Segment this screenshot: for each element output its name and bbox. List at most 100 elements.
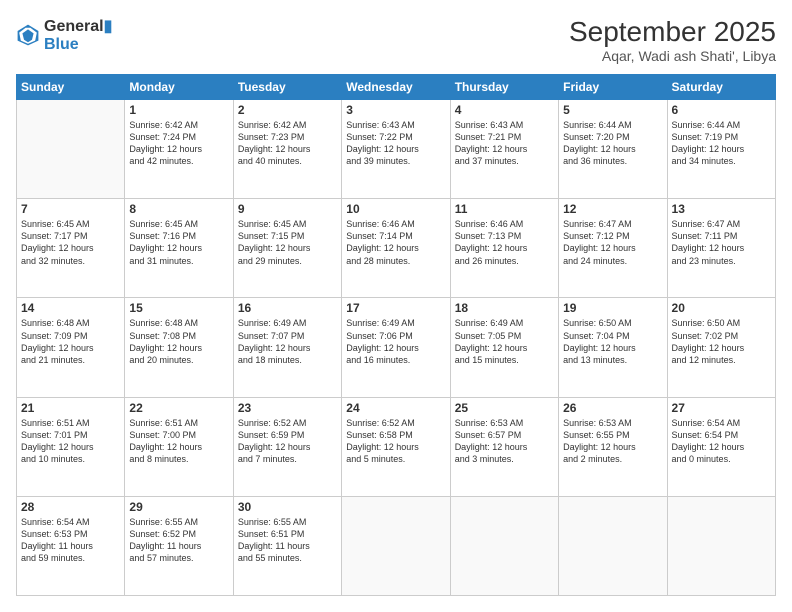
day-info: Sunrise: 6:42 AM Sunset: 7:23 PM Dayligh… [238, 119, 337, 168]
day-number: 29 [129, 500, 228, 514]
day-info: Sunrise: 6:48 AM Sunset: 7:09 PM Dayligh… [21, 317, 120, 366]
day-info: Sunrise: 6:49 AM Sunset: 7:06 PM Dayligh… [346, 317, 445, 366]
calendar-cell: 4 Sunrise: 6:43 AM Sunset: 7:21 PM Daylig… [450, 100, 558, 199]
calendar-cell: 7Sunrise: 6:45 AM Sunset: 7:17 PM Daylig… [17, 199, 125, 298]
title-block: September 2025 Aqar, Wadi ash Shati', Li… [569, 16, 776, 64]
calendar-week-0: 1Sunrise: 6:42 AM Sunset: 7:24 PM Daylig… [17, 100, 776, 199]
calendar-cell [342, 496, 450, 595]
calendar-cell: 15 Sunrise: 6:48 AM Sunset: 7:08 PM Dayli… [125, 298, 233, 397]
page: General▮ Blue September 2025 Aqar, Wadi … [0, 0, 792, 612]
day-number: 22 [129, 401, 228, 415]
calendar-cell: 14Sunrise: 6:48 AM Sunset: 7:09 PM Dayli… [17, 298, 125, 397]
day-number: 25 [455, 401, 554, 415]
col-tuesday: Tuesday [233, 75, 341, 100]
day-info: Sunrise: 6:53 AM Sunset: 6:55 PM Dayligh… [563, 417, 662, 466]
calendar-cell: 5 Sunrise: 6:44 AM Sunset: 7:20 PM Daylig… [559, 100, 667, 199]
day-number: 8 [129, 202, 228, 216]
location: Aqar, Wadi ash Shati', Libya [569, 48, 776, 64]
calendar-cell: 18 Sunrise: 6:49 AM Sunset: 7:05 PM Dayli… [450, 298, 558, 397]
day-number: 11 [455, 202, 554, 216]
calendar-cell: 6 Sunrise: 6:44 AM Sunset: 7:19 PM Daylig… [667, 100, 775, 199]
day-info: Sunrise: 6:51 AM Sunset: 7:00 PM Dayligh… [129, 417, 228, 466]
day-number: 24 [346, 401, 445, 415]
day-info: Sunrise: 6:45 AM Sunset: 7:17 PM Dayligh… [21, 218, 120, 267]
calendar-week-2: 14Sunrise: 6:48 AM Sunset: 7:09 PM Dayli… [17, 298, 776, 397]
day-info: Sunrise: 6:54 AM Sunset: 6:54 PM Dayligh… [672, 417, 771, 466]
day-number: 6 [672, 103, 771, 117]
col-sunday: Sunday [17, 75, 125, 100]
day-number: 28 [21, 500, 120, 514]
col-thursday: Thursday [450, 75, 558, 100]
calendar-cell: 19 Sunrise: 6:50 AM Sunset: 7:04 PM Dayli… [559, 298, 667, 397]
calendar-cell: 26 Sunrise: 6:53 AM Sunset: 6:55 PM Dayli… [559, 397, 667, 496]
day-info: Sunrise: 6:43 AM Sunset: 7:21 PM Dayligh… [455, 119, 554, 168]
day-info: Sunrise: 6:52 AM Sunset: 6:59 PM Dayligh… [238, 417, 337, 466]
calendar-cell: 21 Sunrise: 6:51 AM Sunset: 7:01 PM Dayli… [17, 397, 125, 496]
calendar-cell: 11 Sunrise: 6:46 AM Sunset: 7:13 PM Dayli… [450, 199, 558, 298]
calendar-cell: 20 Sunrise: 6:50 AM Sunset: 7:02 PM Dayli… [667, 298, 775, 397]
day-info: Sunrise: 6:44 AM Sunset: 7:20 PM Dayligh… [563, 119, 662, 168]
day-info: Sunrise: 6:51 AM Sunset: 7:01 PM Dayligh… [21, 417, 120, 466]
day-info: Sunrise: 6:46 AM Sunset: 7:14 PM Dayligh… [346, 218, 445, 267]
day-info: Sunrise: 6:47 AM Sunset: 7:11 PM Dayligh… [672, 218, 771, 267]
day-number: 10 [346, 202, 445, 216]
calendar-cell: 10 Sunrise: 6:46 AM Sunset: 7:14 PM Dayli… [342, 199, 450, 298]
logo-text: General▮ Blue [44, 16, 112, 54]
calendar-table: Sunday Monday Tuesday Wednesday Thursday… [16, 74, 776, 596]
calendar-cell: 8 Sunrise: 6:45 AM Sunset: 7:16 PM Daylig… [125, 199, 233, 298]
calendar-cell: 13Sunrise: 6:47 AM Sunset: 7:11 PM Dayli… [667, 199, 775, 298]
day-info: Sunrise: 6:49 AM Sunset: 7:07 PM Dayligh… [238, 317, 337, 366]
calendar-cell: 30 Sunrise: 6:55 AM Sunset: 6:51 PM Dayli… [233, 496, 341, 595]
calendar-cell [450, 496, 558, 595]
calendar-week-3: 21 Sunrise: 6:51 AM Sunset: 7:01 PM Dayli… [17, 397, 776, 496]
calendar-cell: 28 Sunrise: 6:54 AM Sunset: 6:53 PM Dayli… [17, 496, 125, 595]
calendar-week-4: 28 Sunrise: 6:54 AM Sunset: 6:53 PM Dayli… [17, 496, 776, 595]
day-info: Sunrise: 6:55 AM Sunset: 6:52 PM Dayligh… [129, 516, 228, 565]
day-info: Sunrise: 6:50 AM Sunset: 7:04 PM Dayligh… [563, 317, 662, 366]
day-info: Sunrise: 6:52 AM Sunset: 6:58 PM Dayligh… [346, 417, 445, 466]
day-info: Sunrise: 6:49 AM Sunset: 7:05 PM Dayligh… [455, 317, 554, 366]
calendar-cell: 3Sunrise: 6:43 AM Sunset: 7:22 PM Daylig… [342, 100, 450, 199]
day-info: Sunrise: 6:50 AM Sunset: 7:02 PM Dayligh… [672, 317, 771, 366]
day-number: 19 [563, 301, 662, 315]
day-number: 18 [455, 301, 554, 315]
day-number: 2 [238, 103, 337, 117]
day-info: Sunrise: 6:54 AM Sunset: 6:53 PM Dayligh… [21, 516, 120, 565]
day-info: Sunrise: 6:45 AM Sunset: 7:16 PM Dayligh… [129, 218, 228, 267]
day-info: Sunrise: 6:47 AM Sunset: 7:12 PM Dayligh… [563, 218, 662, 267]
day-info: Sunrise: 6:46 AM Sunset: 7:13 PM Dayligh… [455, 218, 554, 267]
calendar-cell: 24 Sunrise: 6:52 AM Sunset: 6:58 PM Dayli… [342, 397, 450, 496]
day-number: 27 [672, 401, 771, 415]
day-info: Sunrise: 6:44 AM Sunset: 7:19 PM Dayligh… [672, 119, 771, 168]
day-number: 20 [672, 301, 771, 315]
col-monday: Monday [125, 75, 233, 100]
day-number: 21 [21, 401, 120, 415]
calendar-cell [17, 100, 125, 199]
day-number: 23 [238, 401, 337, 415]
calendar-cell: 22 Sunrise: 6:51 AM Sunset: 7:00 PM Dayli… [125, 397, 233, 496]
col-wednesday: Wednesday [342, 75, 450, 100]
day-number: 9 [238, 202, 337, 216]
day-number: 5 [563, 103, 662, 117]
calendar-cell: 2 Sunrise: 6:42 AM Sunset: 7:23 PM Daylig… [233, 100, 341, 199]
day-number: 15 [129, 301, 228, 315]
day-info: Sunrise: 6:53 AM Sunset: 6:57 PM Dayligh… [455, 417, 554, 466]
day-number: 17 [346, 301, 445, 315]
day-info: Sunrise: 6:48 AM Sunset: 7:08 PM Dayligh… [129, 317, 228, 366]
calendar-cell: 25 Sunrise: 6:53 AM Sunset: 6:57 PM Dayli… [450, 397, 558, 496]
day-info: Sunrise: 6:42 AM Sunset: 7:24 PM Dayligh… [129, 119, 228, 168]
logo: General▮ Blue [16, 16, 112, 54]
day-number: 30 [238, 500, 337, 514]
calendar-week-1: 7Sunrise: 6:45 AM Sunset: 7:17 PM Daylig… [17, 199, 776, 298]
month-title: September 2025 [569, 16, 776, 48]
calendar-cell: 29 Sunrise: 6:55 AM Sunset: 6:52 PM Dayli… [125, 496, 233, 595]
day-number: 26 [563, 401, 662, 415]
calendar-cell [559, 496, 667, 595]
day-number: 12 [563, 202, 662, 216]
calendar-cell: 1Sunrise: 6:42 AM Sunset: 7:24 PM Daylig… [125, 100, 233, 199]
day-number: 4 [455, 103, 554, 117]
day-info: Sunrise: 6:55 AM Sunset: 6:51 PM Dayligh… [238, 516, 337, 565]
day-info: Sunrise: 6:43 AM Sunset: 7:22 PM Dayligh… [346, 119, 445, 168]
col-friday: Friday [559, 75, 667, 100]
calendar-cell: 17 Sunrise: 6:49 AM Sunset: 7:06 PM Dayli… [342, 298, 450, 397]
